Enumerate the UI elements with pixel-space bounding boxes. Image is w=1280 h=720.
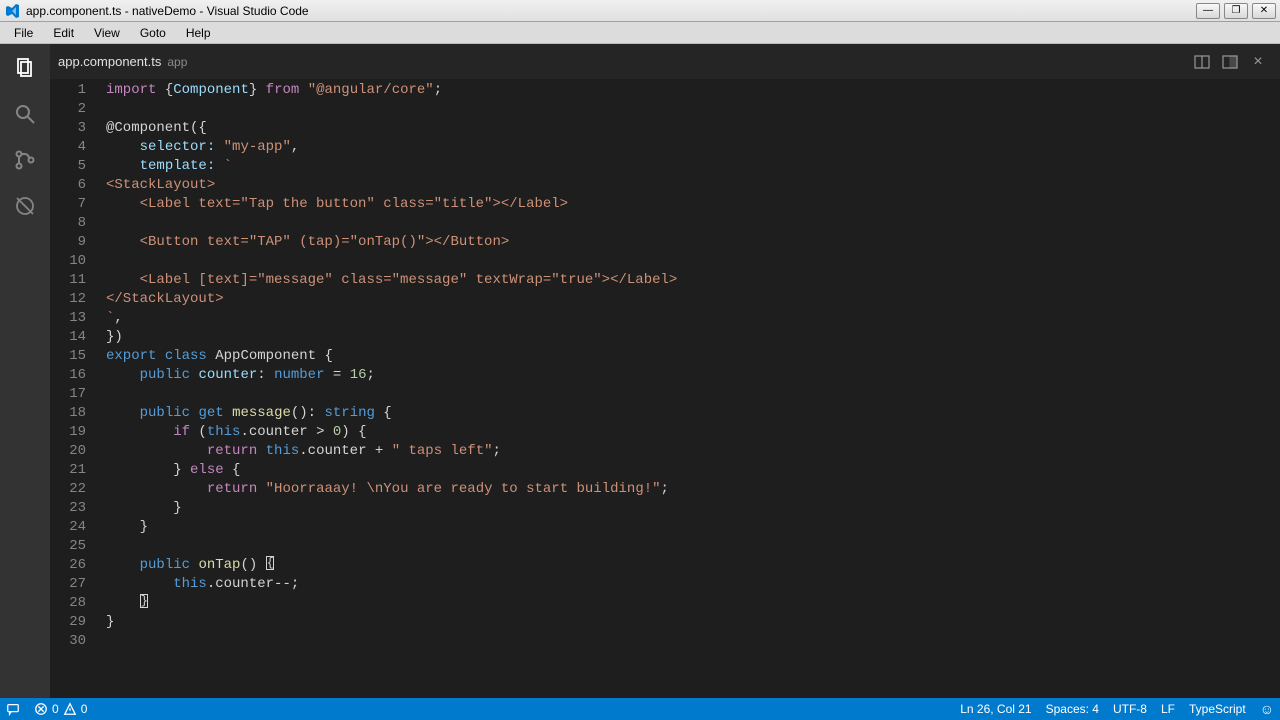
status-line-col[interactable]: Ln 26, Col 21	[960, 702, 1031, 716]
editor-tab-bar: app.component.ts app ×	[50, 44, 1280, 79]
tab-path: app	[167, 55, 187, 69]
menubar: File Edit View Goto Help	[0, 22, 1280, 44]
menu-help[interactable]: Help	[176, 24, 221, 42]
status-spaces[interactable]: Spaces: 4	[1046, 702, 1099, 716]
feedback-smiley-icon[interactable]: ☺	[1260, 701, 1274, 717]
status-bar: 0 0 Ln 26, Col 21 Spaces: 4 UTF-8 LF Typ…	[0, 698, 1280, 720]
menu-view[interactable]: View	[84, 24, 130, 42]
split-editor-icon[interactable]	[1188, 48, 1216, 76]
menu-edit[interactable]: Edit	[43, 24, 84, 42]
minimize-button[interactable]: —	[1196, 3, 1220, 19]
code-editor[interactable]: 1234567891011121314151617181920212223242…	[50, 79, 1280, 698]
window-titlebar: app.component.ts - nativeDemo - Visual S…	[0, 0, 1280, 22]
window-title: app.component.ts - nativeDemo - Visual S…	[26, 4, 1196, 18]
menu-goto[interactable]: Goto	[130, 24, 176, 42]
status-errors-count: 0	[52, 702, 59, 716]
more-actions-icon[interactable]	[1216, 48, 1244, 76]
status-language[interactable]: TypeScript	[1189, 702, 1246, 716]
vscode-icon	[4, 3, 20, 19]
status-encoding[interactable]: UTF-8	[1113, 702, 1147, 716]
maximize-button[interactable]: ❐	[1224, 3, 1248, 19]
code-content[interactable]: import {Component} from "@angular/core";…	[106, 79, 1280, 698]
status-eol[interactable]: LF	[1161, 702, 1175, 716]
git-icon[interactable]	[11, 146, 39, 174]
search-icon[interactable]	[11, 100, 39, 128]
status-errors[interactable]: 0 0	[34, 702, 87, 716]
menu-file[interactable]: File	[4, 24, 43, 42]
debug-icon[interactable]	[11, 192, 39, 220]
close-tab-icon[interactable]: ×	[1244, 48, 1272, 76]
line-gutter: 1234567891011121314151617181920212223242…	[50, 79, 106, 698]
status-feedback-icon[interactable]	[6, 702, 20, 716]
status-warnings-count: 0	[81, 702, 88, 716]
close-window-button[interactable]: ✕	[1252, 3, 1276, 19]
tab-filename[interactable]: app.component.ts	[58, 54, 161, 69]
activity-bar	[0, 44, 50, 698]
files-icon[interactable]	[11, 54, 39, 82]
